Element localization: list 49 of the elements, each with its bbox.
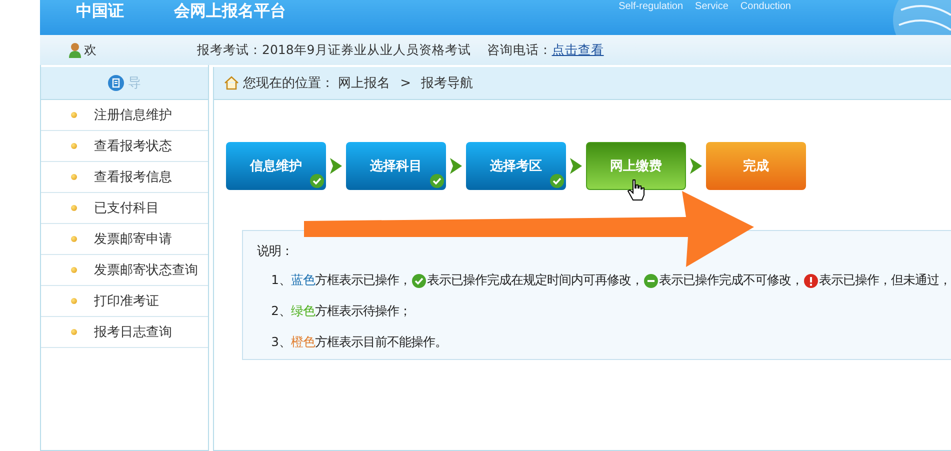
- chevron-icon: [450, 158, 462, 174]
- legend-text: 方框表示待操作；: [315, 303, 411, 320]
- site-title: 中国证: [76, 1, 124, 21]
- user-icon: [68, 42, 82, 58]
- step-button[interactable]: 选择科目: [346, 142, 446, 190]
- list-icon: [108, 75, 124, 91]
- step-button[interactable]: 选择考区: [466, 142, 566, 190]
- color-word: 橙色: [291, 334, 315, 351]
- sidebar-item[interactable]: 查看报考信息: [41, 162, 208, 193]
- welcome-text: 欢: [84, 42, 97, 58]
- sidebar-item[interactable]: 发票邮寄状态查询: [41, 255, 208, 286]
- step-button[interactable]: 信息维护: [226, 142, 326, 190]
- breadcrumb-item[interactable]: 网上报名: [338, 74, 390, 92]
- breadcrumb-separator: >: [400, 76, 412, 90]
- chevron-icon: [330, 158, 342, 174]
- minus-icon: [644, 274, 658, 288]
- legend-text: 方框表示目前不能操作。: [315, 334, 447, 351]
- legend-text: 2、: [271, 303, 291, 320]
- legend-text: 表示已操作完成在规定时间内可再修改，: [427, 272, 643, 289]
- contact-label: 咨询电话：: [486, 42, 552, 58]
- color-word: 绿色: [291, 303, 315, 320]
- sidebar-item[interactable]: 已支付科目: [41, 193, 208, 224]
- home-icon: [224, 76, 240, 90]
- legend-text: 1、: [271, 272, 291, 289]
- check-icon: [412, 274, 426, 288]
- legend-text: 表示已操作，但未通过，: [819, 272, 951, 289]
- sidebar-title: 导: [128, 75, 142, 92]
- exam-text: 报考考试：2018年9月证券业从业人员资格考试: [197, 42, 471, 58]
- breadcrumb-label: 您现在的位置：: [243, 75, 334, 92]
- check-icon: [550, 174, 564, 188]
- legend-text: 方框表示已操作，: [315, 272, 411, 289]
- alert-icon: [804, 274, 818, 288]
- hand-cursor-icon: [627, 179, 646, 201]
- chevron-icon: [570, 158, 582, 174]
- legend-title: 说明：: [257, 243, 294, 260]
- sidebar-item[interactable]: 查看报考状态: [41, 131, 208, 162]
- sidebar-item[interactable]: 注册信息维护: [41, 100, 208, 131]
- sidebar-item[interactable]: 打印准考证: [41, 286, 208, 317]
- chevron-icon: [690, 158, 702, 174]
- breadcrumb-item[interactable]: 报考导航: [421, 74, 474, 92]
- sidebar-item[interactable]: 发票邮寄申请: [41, 224, 208, 255]
- check-icon: [310, 174, 324, 188]
- check-icon: [430, 174, 444, 188]
- contact-link[interactable]: 点击查看: [552, 42, 604, 58]
- legend-text: 3、: [271, 334, 291, 351]
- color-word: 蓝色: [291, 272, 315, 289]
- legend-text: 表示已操作完成不可修改，: [659, 272, 803, 289]
- site-title: 会网上报名平台: [174, 1, 286, 21]
- sidebar-item[interactable]: 报考日志查询: [41, 317, 208, 348]
